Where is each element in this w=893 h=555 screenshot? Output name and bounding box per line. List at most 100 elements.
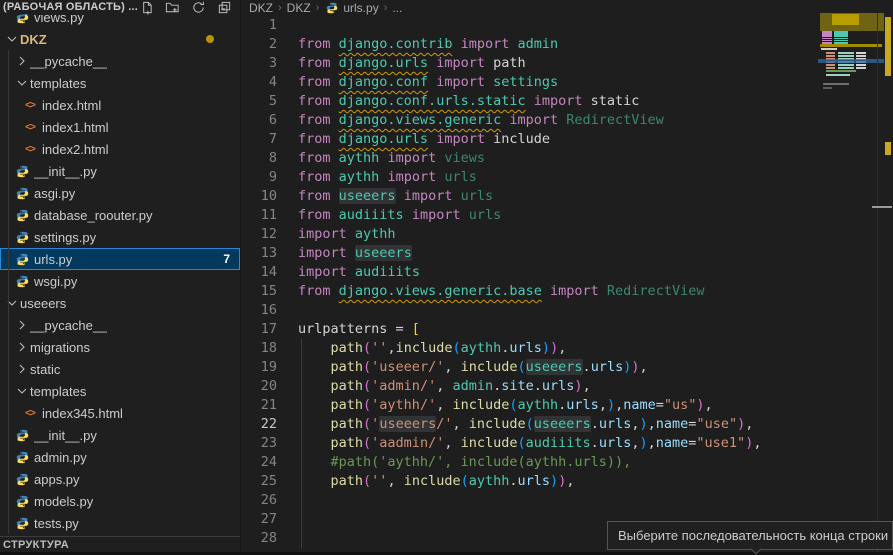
line-content: path('aadmin/', include(audiiits.urls,),…	[298, 434, 761, 453]
explorer-section-header[interactable]: (РАБОЧАЯ ОБЛАСТЬ) ...	[0, 0, 240, 14]
tree-item-asgi-py[interactable]: asgi.py	[0, 182, 240, 204]
breadcrumb-folder[interactable]: DKZ	[249, 1, 273, 15]
line-content: urlpatterns = [	[298, 320, 420, 339]
code-line-21[interactable]: 21 path('aythh/', include(aythh.urls,),n…	[241, 396, 893, 415]
tree-item-index1-html[interactable]: <>index1.html	[0, 116, 240, 138]
code-lines: 12from django.contrib import admin3from …	[241, 16, 893, 548]
minimap-mark	[818, 59, 884, 63]
chevron-right-icon: ›	[384, 2, 388, 14]
tree-item-label: apps.py	[34, 472, 80, 487]
tree-item-label: models.py	[34, 494, 93, 509]
minimap-mark	[826, 55, 835, 57]
minimap-mark	[823, 83, 849, 85]
tree-item-models-py[interactable]: models.py	[0, 490, 240, 512]
tree-item-wsgi-py[interactable]: wsgi.py	[0, 270, 240, 292]
code-line-5[interactable]: 5from django.conf.urls.static import sta…	[241, 92, 893, 111]
tree-item-admin-py[interactable]: admin.py	[0, 446, 240, 468]
new-folder-icon[interactable]	[165, 0, 180, 15]
minimap-mark	[856, 55, 866, 57]
tree-item-label: index2.html	[42, 142, 108, 157]
tree-item-tests-py[interactable]: tests.py	[0, 512, 240, 534]
tree-item-label: asgi.py	[34, 186, 75, 201]
code-line-22[interactable]: 22 path('useeers/', include(useeers.urls…	[241, 415, 893, 434]
tree-item-label: __pycache__	[30, 54, 107, 69]
tree-item-index2-html[interactable]: <>index2.html	[0, 138, 240, 160]
python-file-icon	[14, 517, 30, 530]
tree-item--init-py[interactable]: __init__.py	[0, 424, 240, 446]
tree-item-database-roouter-py[interactable]: database_roouter.py	[0, 204, 240, 226]
code-line-20[interactable]: 20 path('admin/', admin.site.urls),	[241, 377, 893, 396]
line-number: 28	[241, 529, 277, 548]
tree-item-dkz[interactable]: DKZ	[0, 28, 240, 50]
code-line-26[interactable]: 26	[241, 491, 893, 510]
line-number: 12	[241, 225, 277, 244]
line-number: 10	[241, 187, 277, 206]
tree-item-views-py[interactable]: views.py	[0, 14, 240, 28]
line-content: path('aythh/', include(aythh.urls,),name…	[298, 396, 713, 415]
tree-item-label: __init__.py	[34, 164, 97, 179]
code-line-15[interactable]: 15from django.views.generic.base import …	[241, 282, 893, 301]
code-line-11[interactable]: 11from audiiits import urls	[241, 206, 893, 225]
minimap-mark	[826, 74, 850, 76]
collapse-all-icon[interactable]	[217, 0, 232, 15]
tree-item-label: wsgi.py	[34, 274, 77, 289]
breadcrumb-symbol[interactable]: ...	[392, 1, 402, 15]
tree-item-apps-py[interactable]: apps.py	[0, 468, 240, 490]
python-file-icon	[14, 187, 30, 200]
chevron-down-icon	[14, 75, 30, 91]
tree-item-label: database_roouter.py	[34, 208, 153, 223]
tree-item--pycache-[interactable]: __pycache__	[0, 314, 240, 336]
code-line-8[interactable]: 8from aythh import views	[241, 149, 893, 168]
code-line-4[interactable]: 4from django.conf import settings	[241, 73, 893, 92]
tree-item-settings-py[interactable]: settings.py	[0, 226, 240, 248]
tree-item-useeers[interactable]: useeers	[0, 292, 240, 314]
minimap-mark	[826, 64, 835, 66]
code-line-25[interactable]: 25 path('', include(aythh.urls)),	[241, 472, 893, 491]
line-content: from aythh import views	[298, 149, 485, 168]
breadcrumb-file[interactable]: urls.py	[343, 1, 378, 15]
code-line-3[interactable]: 3from django.urls import path	[241, 54, 893, 73]
code-line-9[interactable]: 9from aythh import urls	[241, 168, 893, 187]
modified-dot-icon	[206, 35, 214, 43]
line-number: 17	[241, 320, 277, 339]
code-editor: DKZ › DKZ › urls.py › ... 12from django.…	[241, 0, 893, 552]
tree-item-templates[interactable]: templates	[0, 380, 240, 402]
tree-item-migrations[interactable]: migrations	[0, 336, 240, 358]
minimap[interactable]	[818, 13, 877, 552]
code-line-17[interactable]: 17 urlpatterns = [	[241, 320, 893, 339]
line-content: path('useeers/', include(useeers.urls,),…	[298, 415, 753, 434]
tree-item-templates[interactable]: templates	[0, 72, 240, 94]
code-line-23[interactable]: 23 path('aadmin/', include(audiiits.urls…	[241, 434, 893, 453]
code-line-19[interactable]: 19 path('useeer/', include(useeers.urls)…	[241, 358, 893, 377]
tree-item--init-py[interactable]: __init__.py	[0, 160, 240, 182]
code-line-6[interactable]: 6from django.views.generic import Redire…	[241, 111, 893, 130]
code-line-1[interactable]: 1	[241, 16, 893, 35]
tree-item-label: admin.py	[34, 450, 87, 465]
code-line-10[interactable]: 10from useeers import urls	[241, 187, 893, 206]
code-line-24[interactable]: 24 #path('aythh/', include(aythh.urls)),	[241, 453, 893, 472]
code-line-18[interactable]: 18 path('',include(aythh.urls)),	[241, 339, 893, 358]
minimap-mark	[826, 52, 835, 54]
tree-item-static[interactable]: static	[0, 358, 240, 380]
tree-item-urls-py[interactable]: urls.py7	[0, 248, 240, 270]
code-line-2[interactable]: 2from django.contrib import admin	[241, 35, 893, 54]
scrollbar-overview-ruler[interactable]	[878, 0, 893, 552]
new-file-icon[interactable]	[139, 0, 154, 15]
code-line-13[interactable]: 13import useeers	[241, 244, 893, 263]
code-line-12[interactable]: 12import aythh	[241, 225, 893, 244]
breadcrumb-folder[interactable]: DKZ	[287, 1, 311, 15]
code-line-14[interactable]: 14import audiiits	[241, 263, 893, 282]
outline-section-header[interactable]: СТРУКТУРА	[0, 536, 240, 552]
code-line-7[interactable]: 7from django.urls import include	[241, 130, 893, 149]
python-file-icon	[14, 275, 30, 288]
line-content: from django.conf.urls.static import stat…	[298, 92, 639, 111]
tree-item-index345-html[interactable]: <>index345.html	[0, 402, 240, 424]
tree-item--pycache-[interactable]: __pycache__	[0, 50, 240, 72]
tree-item-index-html[interactable]: <>index.html	[0, 94, 240, 116]
refresh-icon[interactable]	[191, 0, 206, 15]
line-number: 26	[241, 491, 277, 510]
minimap-mark	[885, 142, 891, 155]
line-content: from aythh import urls	[298, 168, 477, 187]
line-number: 11	[241, 206, 277, 225]
code-line-16[interactable]: 16	[241, 301, 893, 320]
